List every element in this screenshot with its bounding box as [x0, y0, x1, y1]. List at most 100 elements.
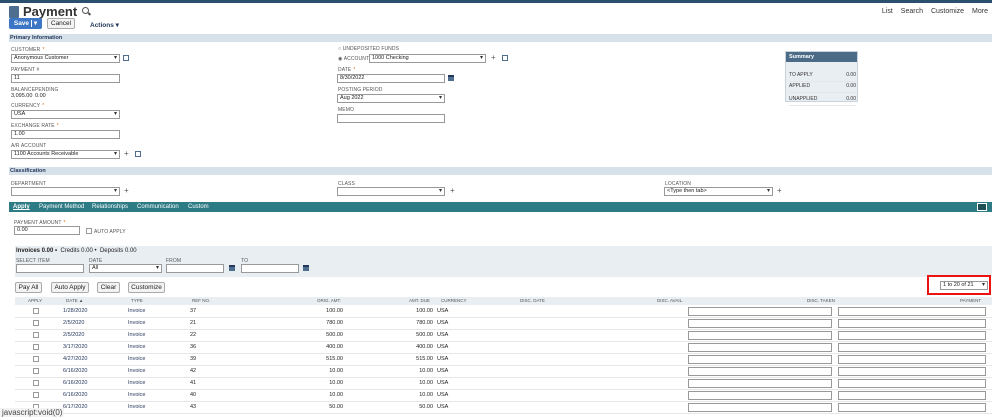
date-field[interactable]: 8/30/2022 [337, 74, 445, 83]
add-icon[interactable]: + [491, 54, 496, 62]
customer-field[interactable]: Anonymous Customer [11, 54, 120, 63]
disc-taken-input[interactable] [688, 331, 832, 340]
add-icon[interactable]: + [450, 187, 455, 195]
save-button[interactable]: Save ▾ [9, 18, 42, 29]
type-cell[interactable]: Invoice [128, 318, 145, 329]
table-row[interactable]: 2/5/2020 Invoice 22 500.00 500.00 USA [15, 330, 992, 342]
type-cell[interactable]: Invoice [128, 366, 145, 377]
payment-input[interactable] [838, 319, 986, 328]
col-date[interactable]: DATE ▲ [66, 297, 83, 305]
search-icon[interactable] [82, 7, 89, 14]
type-cell[interactable]: Invoice [128, 330, 145, 341]
account-select[interactable]: 1000 Checking [369, 54, 486, 63]
tab-payment-method[interactable]: Payment Method [39, 202, 84, 212]
col-orig-amt[interactable]: ORIG. AMT. [317, 297, 341, 305]
table-row[interactable]: 3/17/2020 Invoice 36 400.00 400.00 USA [15, 342, 992, 354]
date-cell[interactable]: 4/27/2020 [63, 354, 87, 365]
col-ref-no[interactable]: REF NO. [192, 297, 210, 305]
department-select[interactable] [11, 187, 120, 196]
type-cell[interactable]: Invoice [128, 378, 145, 389]
customize-button[interactable]: Customize [128, 282, 165, 293]
apply-checkbox[interactable] [33, 380, 39, 386]
table-row[interactable]: 6/16/2020 Invoice 40 10.00 10.00 USA [15, 390, 992, 402]
date-cell[interactable]: 6/17/2020 [63, 402, 87, 413]
auto-apply-button[interactable]: Auto Apply [51, 282, 89, 293]
table-row[interactable]: 6/17/2020 Invoice 43 50.00 50.00 USA [15, 402, 992, 414]
table-row[interactable]: 2/5/2020 Invoice 21 780.00 780.00 USA [15, 318, 992, 330]
table-row[interactable]: 6/16/2020 Invoice 42 10.00 10.00 USA [15, 366, 992, 378]
calendar-icon[interactable] [448, 75, 454, 81]
date-cell[interactable]: 6/16/2020 [63, 378, 87, 389]
col-disc-date[interactable]: DISC. DATE [520, 297, 545, 305]
collapse-icon[interactable] [977, 203, 987, 211]
undeposited-funds-radio[interactable]: ○ UNDEPOSITED FUNDS [338, 46, 399, 52]
apply-checkbox[interactable] [33, 344, 39, 350]
date-cell[interactable]: 6/16/2020 [63, 390, 87, 401]
tab-communication[interactable]: Communication [137, 202, 179, 212]
auto-apply-checkbox[interactable] [86, 228, 92, 234]
select-item-field[interactable] [16, 264, 84, 273]
disc-taken-input[interactable] [688, 367, 832, 376]
payment-input[interactable] [838, 367, 986, 376]
apply-checkbox[interactable] [33, 332, 39, 338]
date-filter-select[interactable]: All [89, 264, 162, 273]
calendar-icon[interactable] [229, 265, 235, 271]
type-cell[interactable]: Invoice [128, 342, 145, 353]
type-cell[interactable]: Invoice [128, 390, 145, 401]
location-select[interactable]: <Type then tab> [664, 187, 773, 196]
payment-input[interactable] [838, 343, 986, 352]
add-icon[interactable]: + [777, 187, 782, 195]
col-payment[interactable]: PAYMENT [960, 297, 981, 305]
apply-checkbox[interactable] [33, 320, 39, 326]
actions-menu[interactable]: Actions ▾ [90, 21, 119, 29]
posting-period-select[interactable]: Aug 2022 [337, 94, 445, 103]
apply-checkbox[interactable] [33, 308, 39, 314]
col-type[interactable]: TYPE [131, 297, 143, 305]
col-disc-taken[interactable]: DISC. TAKEN [807, 297, 835, 305]
memo-field[interactable] [337, 114, 445, 123]
payment-input[interactable] [838, 331, 986, 340]
payment-input[interactable] [838, 391, 986, 400]
type-cell[interactable]: Invoice [128, 402, 145, 413]
apply-checkbox[interactable] [33, 392, 39, 398]
add-icon[interactable]: + [124, 150, 129, 158]
apply-checkbox[interactable] [33, 368, 39, 374]
payment-input[interactable] [838, 355, 986, 364]
payment-amount-field[interactable]: 0.00 [14, 226, 80, 235]
deposits-subtab[interactable]: Deposits 0.00 [100, 248, 137, 254]
col-amt-due[interactable]: AMT. DUE [409, 297, 430, 305]
date-cell[interactable]: 2/5/2020 [63, 318, 84, 329]
classification-section-header[interactable]: Classification [9, 167, 992, 175]
invoices-subtab[interactable]: Invoices 0.00 • [16, 248, 57, 254]
table-row[interactable]: 6/16/2020 Invoice 41 10.00 10.00 USA [15, 378, 992, 390]
account-radio[interactable]: ◉ ACCOUNT [338, 56, 369, 62]
table-row[interactable]: 4/27/2020 Invoice 39 515.00 515.00 USA [15, 354, 992, 366]
date-cell[interactable]: 3/17/2020 [63, 342, 87, 353]
more-link[interactable]: More [972, 8, 988, 15]
search-link[interactable]: Search [901, 8, 923, 15]
type-cell[interactable]: Invoice [128, 354, 145, 365]
open-record-icon[interactable] [123, 55, 129, 61]
exchange-rate-field[interactable]: 1.00 [11, 130, 120, 139]
tab-custom[interactable]: Custom [188, 202, 209, 212]
type-cell[interactable]: Invoice [128, 306, 145, 317]
tab-apply[interactable]: Apply [13, 202, 30, 212]
disc-taken-input[interactable] [688, 343, 832, 352]
chevron-down-icon[interactable]: ▾ [30, 20, 38, 27]
to-date-field[interactable] [241, 264, 299, 273]
open-record-icon[interactable] [135, 151, 141, 157]
date-cell[interactable]: 6/16/2020 [63, 366, 87, 377]
disc-taken-input[interactable] [688, 379, 832, 388]
apply-checkbox[interactable] [33, 356, 39, 362]
col-currency[interactable]: CURRENCY [441, 297, 467, 305]
disc-taken-input[interactable] [688, 403, 832, 412]
list-link[interactable]: List [882, 8, 893, 15]
currency-select[interactable]: USA [11, 110, 120, 119]
table-row[interactable]: 1/28/2020 Invoice 37 100.00 100.00 USA [15, 306, 992, 318]
disc-taken-input[interactable] [688, 319, 832, 328]
clear-button[interactable]: Clear [97, 282, 120, 293]
col-disc-avail[interactable]: DISC. AVAIL. [657, 297, 683, 305]
payment-number-field[interactable]: 11 [11, 74, 120, 83]
calendar-icon[interactable] [303, 265, 309, 271]
disc-taken-input[interactable] [688, 391, 832, 400]
